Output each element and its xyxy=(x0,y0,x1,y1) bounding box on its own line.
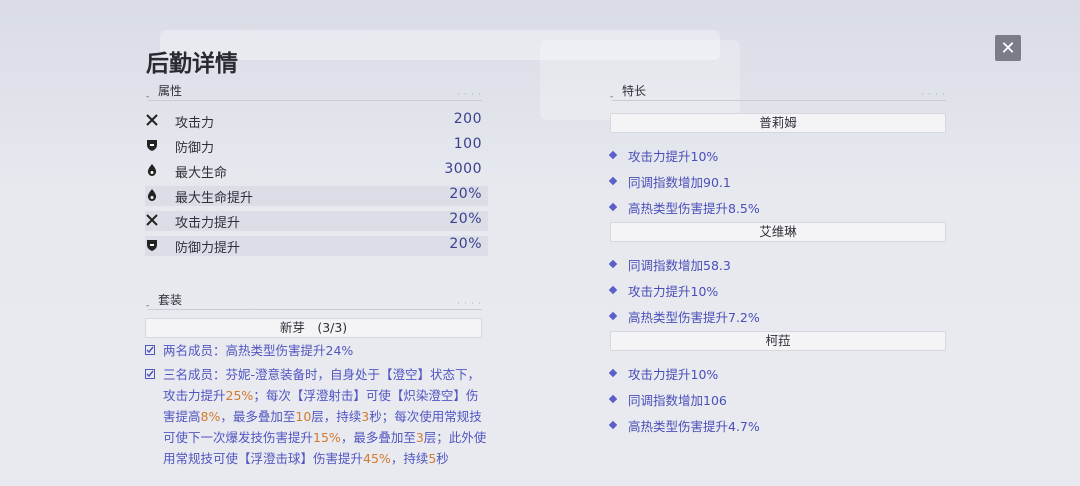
set-name-plate: 新芽 (3/3) xyxy=(145,318,482,338)
specialty-character-plate: 柯菈 xyxy=(610,331,946,351)
shield-icon xyxy=(145,238,159,252)
attribute-row: 攻击力提升 20% xyxy=(145,211,488,231)
check-icon xyxy=(145,345,155,355)
section-deco-icon: · · · · xyxy=(921,90,946,99)
highlight-value: 10 xyxy=(295,409,312,424)
attack-icon xyxy=(145,213,159,227)
bonus-text: 秒 xyxy=(436,451,449,466)
diamond-bullet-icon xyxy=(608,259,618,269)
highlight-value: 45% xyxy=(363,451,391,466)
attributes-header: - 属性 · · · · xyxy=(146,84,482,102)
attack-icon xyxy=(145,113,159,127)
attribute-row: 最大生命提升 20% xyxy=(145,186,488,206)
close-icon[interactable]: ✕ xyxy=(1000,38,1015,59)
diamond-bullet-icon xyxy=(608,285,618,295)
specialties-header: - 特长 · · · · xyxy=(610,84,946,102)
specialty-character-plate: 艾维琳 xyxy=(610,222,946,242)
attribute-row: 攻击力 200 xyxy=(145,111,488,131)
section-marker-icon: - xyxy=(146,301,150,311)
attribute-value: 20% xyxy=(449,186,482,202)
attribute-row: 防御力提升 20% xyxy=(145,236,488,256)
diamond-bullet-icon xyxy=(608,150,618,160)
page-title: 后勤详情 xyxy=(146,51,238,77)
highlight-value: 8% xyxy=(200,409,221,424)
attribute-value: 3000 xyxy=(444,161,482,177)
shield-icon xyxy=(145,138,159,152)
specialty-character-plate: 普莉姆 xyxy=(610,113,946,133)
attribute-row: 最大生命 3000 xyxy=(145,161,488,181)
attribute-label: 防御力 xyxy=(175,141,215,156)
highlight-value: 15% xyxy=(313,430,341,445)
attribute-value: 20% xyxy=(449,236,482,252)
attribute-label: 攻击力提升 xyxy=(175,216,241,231)
bonus-text: ，最多叠加至 xyxy=(220,409,296,424)
diamond-bullet-icon xyxy=(608,368,618,378)
droplet-icon xyxy=(145,163,159,177)
set-bonus-three-text: 三名成员：芬妮-澄意装备时，自身处于【澄空】状态下，攻击力提升25%；每次【浮澄… xyxy=(163,364,488,469)
section-marker-icon: - xyxy=(610,92,614,102)
set-header: - 套装 · · · · xyxy=(146,293,482,311)
diamond-bullet-icon xyxy=(608,394,618,404)
diamond-bullet-icon xyxy=(608,311,618,321)
bonus-text: ，持续 xyxy=(390,451,429,466)
highlight-value: 3 xyxy=(415,430,424,445)
close-button[interactable]: ✕ xyxy=(995,35,1021,61)
highlight-value: 25% xyxy=(225,388,254,403)
diamond-bullet-icon xyxy=(608,202,618,212)
background-panel xyxy=(540,40,740,120)
bonus-text: 层，持续 xyxy=(311,409,362,424)
attribute-value: 20% xyxy=(449,211,482,227)
section-deco-icon: · · · · xyxy=(457,299,482,308)
check-icon xyxy=(145,369,155,379)
attribute-label: 最大生命 xyxy=(175,166,228,181)
diamond-bullet-icon xyxy=(608,420,618,430)
set-bonus-three: 三名成员：芬妮-澄意装备时，自身处于【澄空】状态下，攻击力提升25%；每次【浮澄… xyxy=(145,364,486,466)
droplet-icon xyxy=(145,188,159,202)
attribute-value: 200 xyxy=(453,111,482,127)
attribute-row: 防御力 100 xyxy=(145,136,488,156)
attribute-label: 防御力提升 xyxy=(175,241,241,256)
section-deco-icon: · · · · xyxy=(457,90,482,99)
section-marker-icon: - xyxy=(146,92,150,102)
attribute-label: 攻击力 xyxy=(175,116,215,131)
attribute-value: 100 xyxy=(453,136,482,152)
set-bonus-two: 两名成员：高热类型伤害提升24% xyxy=(145,340,485,361)
attribute-label: 最大生命提升 xyxy=(175,191,254,206)
bonus-text: ，最多叠加至 xyxy=(340,430,416,445)
diamond-bullet-icon xyxy=(608,176,618,186)
